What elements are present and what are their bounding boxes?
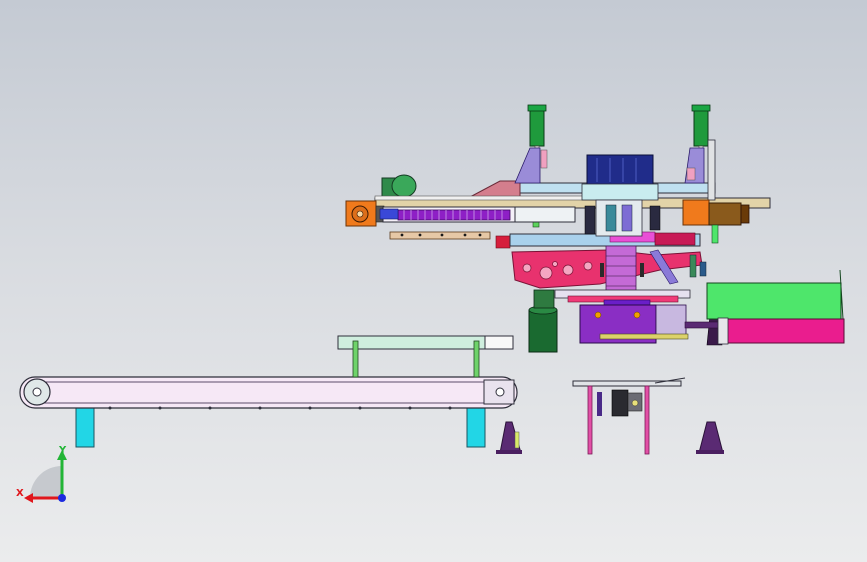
support-stand-right[interactable] [696,421,724,454]
stand-foot-base [696,450,724,454]
gripper-inner [605,204,617,232]
right-small-cylinder [689,254,697,278]
gripper-inner [621,204,633,232]
rotary-table-bolt [631,399,639,407]
gantry-sloped-cover [469,180,521,198]
lower-gantry-dark [654,232,696,246]
cabinet-lip [717,317,729,345]
stand-foot [698,421,724,454]
rotary-table-leg [644,385,650,455]
right-motor-endcap [740,204,750,224]
cabinet-upper [706,282,842,320]
cylinder-cap [527,104,547,112]
right-motor-housing [682,199,710,226]
right-motor-body [708,202,742,226]
slide-support [514,206,576,223]
guide-rail-post [473,340,480,378]
cylinder-clamp [540,149,548,169]
gripper-side-dark [649,205,661,231]
triad-z-axis [58,494,66,502]
rotary-table-leg [587,385,593,455]
conveyor-drive-pulley [495,387,505,397]
drag-chain [397,209,511,221]
guide-rail-end [484,335,514,350]
rotary-table-bracket [597,392,602,416]
cylinder-clamp [686,167,696,181]
triad-x-label: X [16,488,24,499]
main-beam-top-strip [374,195,596,201]
infeed-guide-rail[interactable] [337,335,514,378]
gripper-head-plate [581,183,659,201]
machine-base-shaft [599,333,689,340]
machine-base-side [655,304,687,336]
stand-foot-base [496,450,522,454]
triad-y-label: Y [58,445,67,456]
gripper-column [595,199,643,237]
control-cabinet[interactable] [706,269,845,345]
triad-x-arrow [24,493,33,503]
gripper-side-dark [584,205,596,235]
cylinder-bracket-left [514,147,541,184]
rotary-table[interactable] [572,377,686,455]
conveyor-pulley-hub [32,387,42,397]
conveyor-leg-left [75,406,95,448]
drive-motor-bracket [533,289,555,309]
cylinder-cap [691,104,711,112]
rotary-table-motor [611,389,629,417]
servo-motor-cap [391,174,417,198]
right-small-cylinder [699,261,707,277]
blue-sensor-block [379,208,399,220]
view-orientation-triad[interactable]: Y X [16,445,67,503]
belt-conveyor[interactable] [19,376,518,448]
conveyor-leg-right [466,406,486,448]
vertical-slide [605,245,637,297]
outfeed-connector [684,321,724,329]
slide-sensor [640,263,644,277]
lower-guide-rail [389,231,491,240]
triad-z-axis-shadow [30,466,62,498]
guide-rail-post [352,340,359,378]
lower-rail-red-tab [495,235,511,249]
drive-motor [528,309,558,353]
vertical-cylinder-right [693,107,709,147]
gantry-assembly[interactable] [345,104,771,353]
left-motor-shaft [356,210,364,218]
support-stand-left[interactable] [496,421,522,454]
assembly-drawing[interactable]: Y X [0,0,867,562]
stand-sensor [514,431,520,449]
slide-sensor [600,263,604,277]
cad-viewport[interactable]: Y X [0,0,867,562]
vertical-cylinder-left [529,107,545,147]
right-motor-flag [711,224,719,244]
cabinet-lower [723,318,845,344]
right-upright [707,139,716,201]
